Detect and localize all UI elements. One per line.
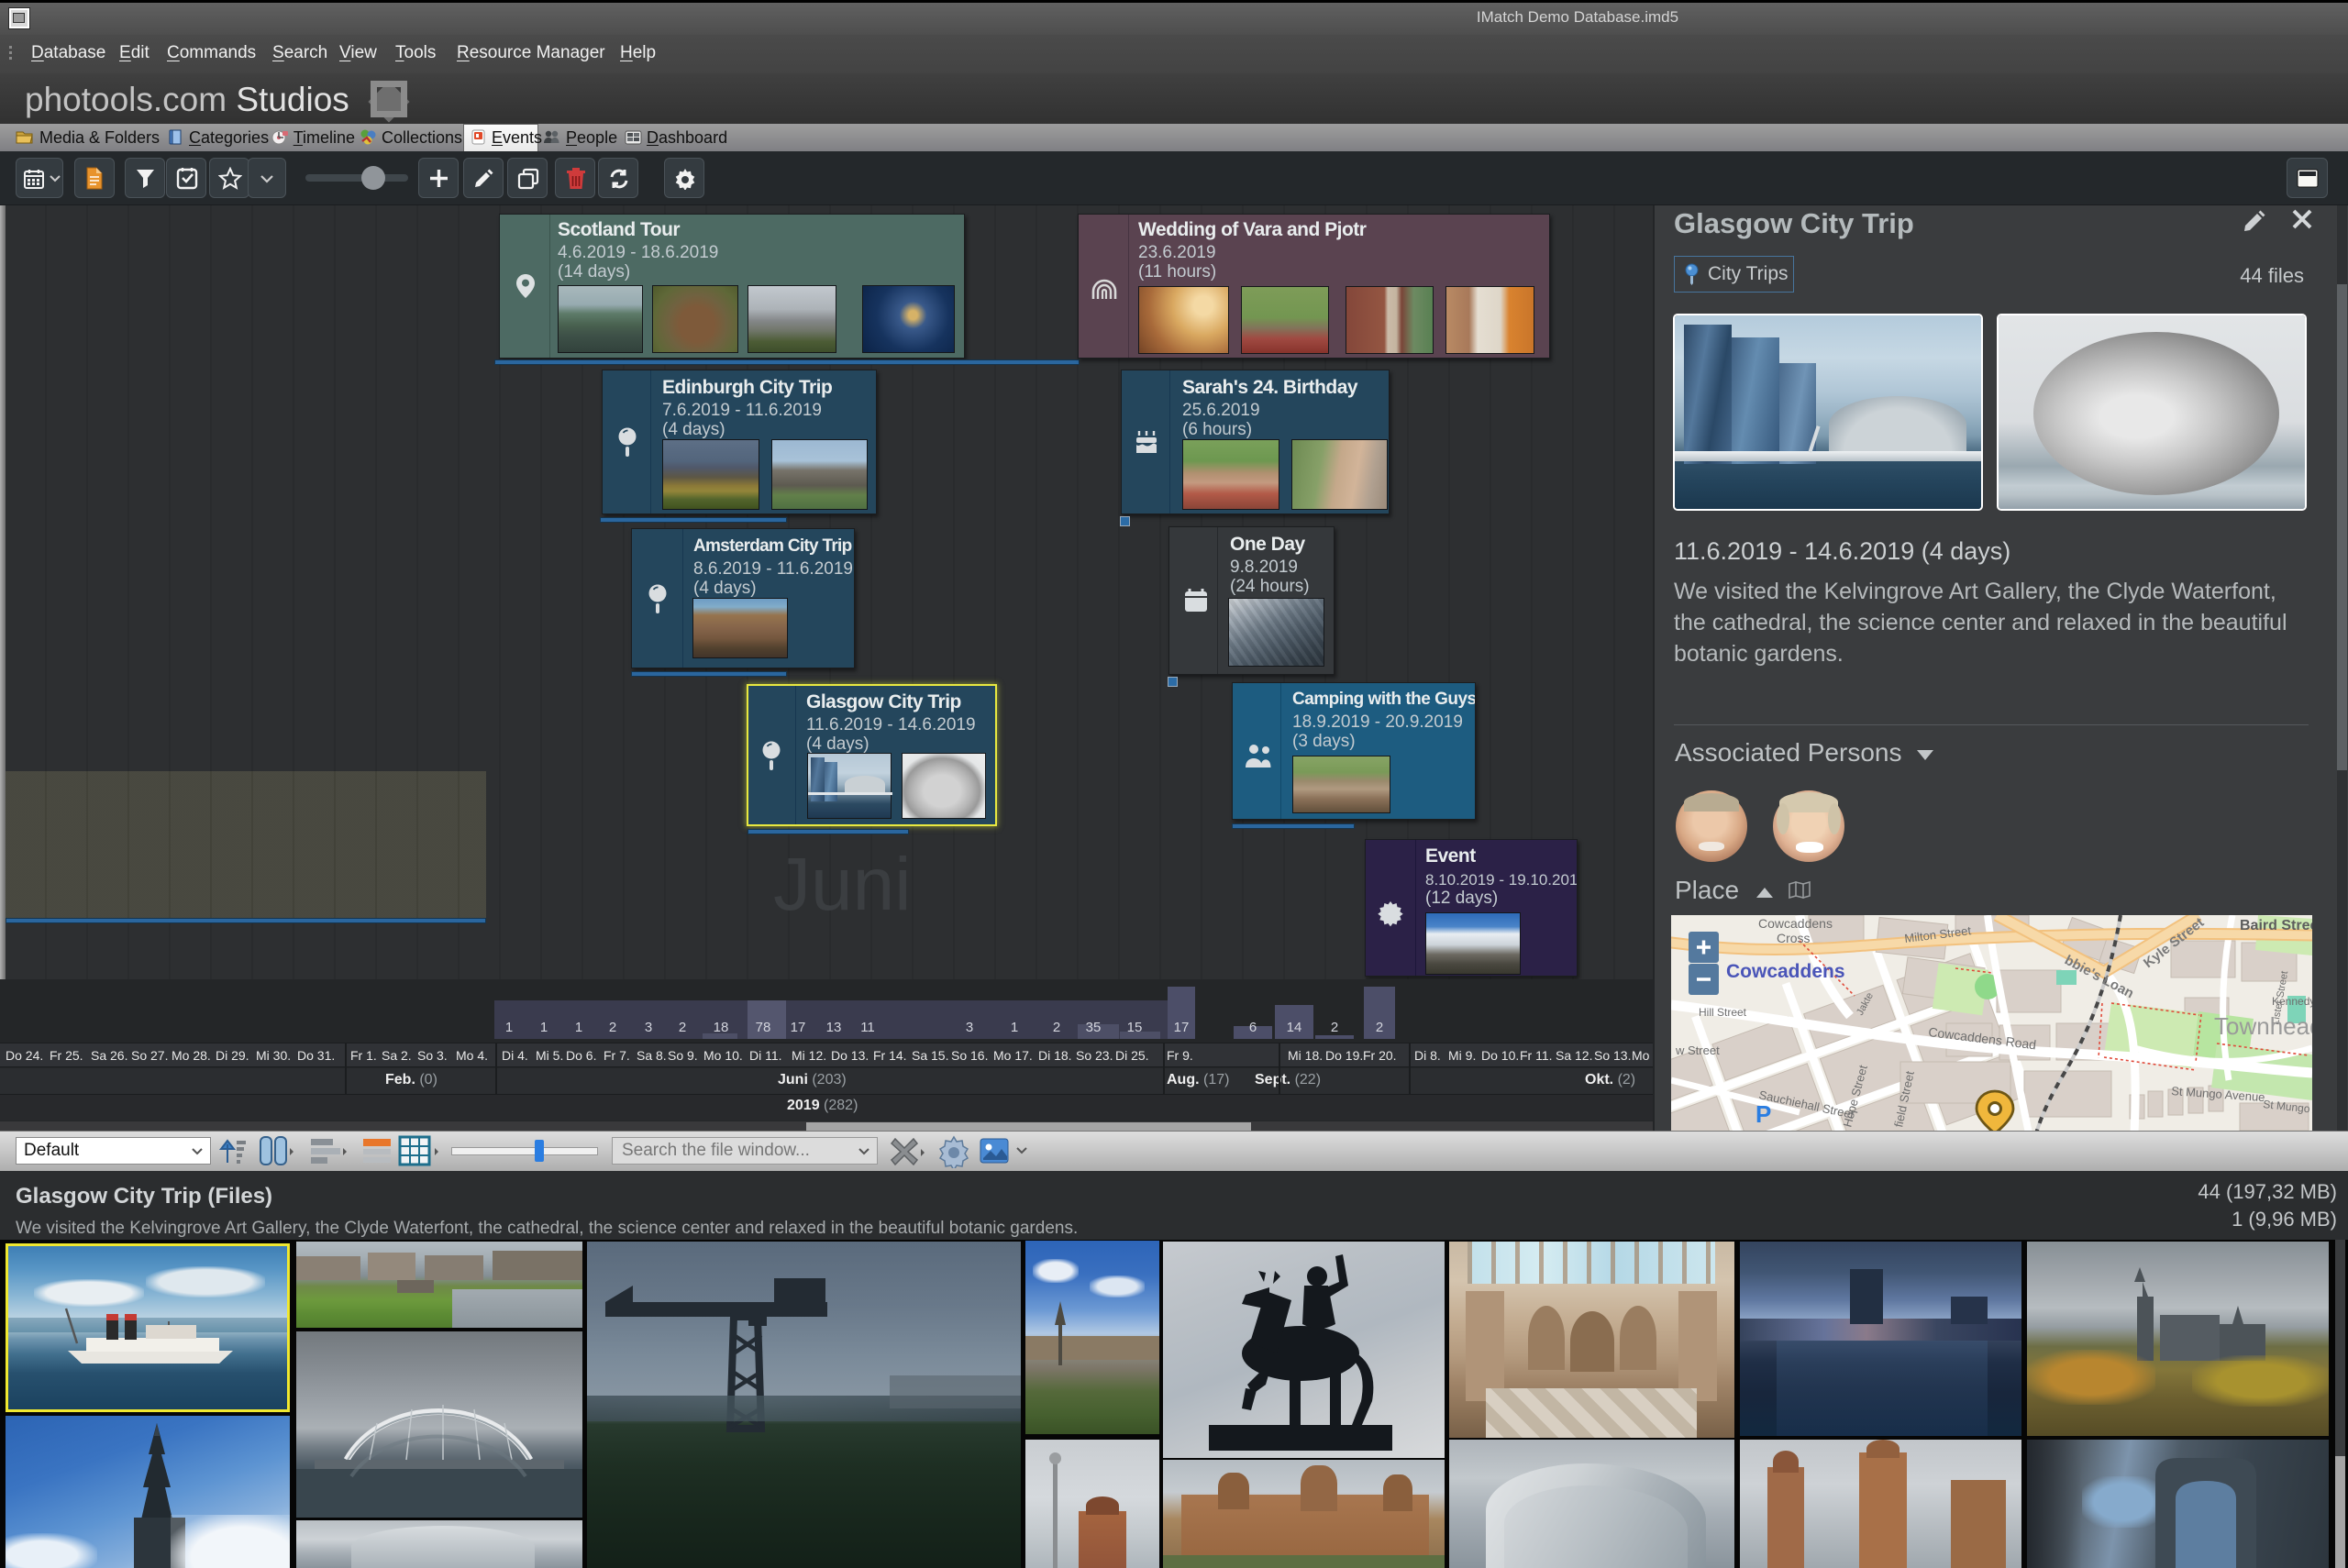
svg-text:Cowcaddens: Cowcaddens bbox=[1758, 916, 1833, 931]
svg-text:Baird Street: Baird Street bbox=[2240, 918, 2312, 933]
svg-text:Cross: Cross bbox=[1777, 931, 1811, 945]
svg-text:Hill Street: Hill Street bbox=[1699, 1006, 1747, 1019]
svg-text:P: P bbox=[1755, 1100, 1771, 1128]
svg-text:Townhead: Townhead bbox=[2214, 1012, 2312, 1040]
svg-text:Cowcaddens: Cowcaddens bbox=[1726, 961, 1845, 982]
svg-text:w Street: w Street bbox=[1675, 1043, 1720, 1057]
